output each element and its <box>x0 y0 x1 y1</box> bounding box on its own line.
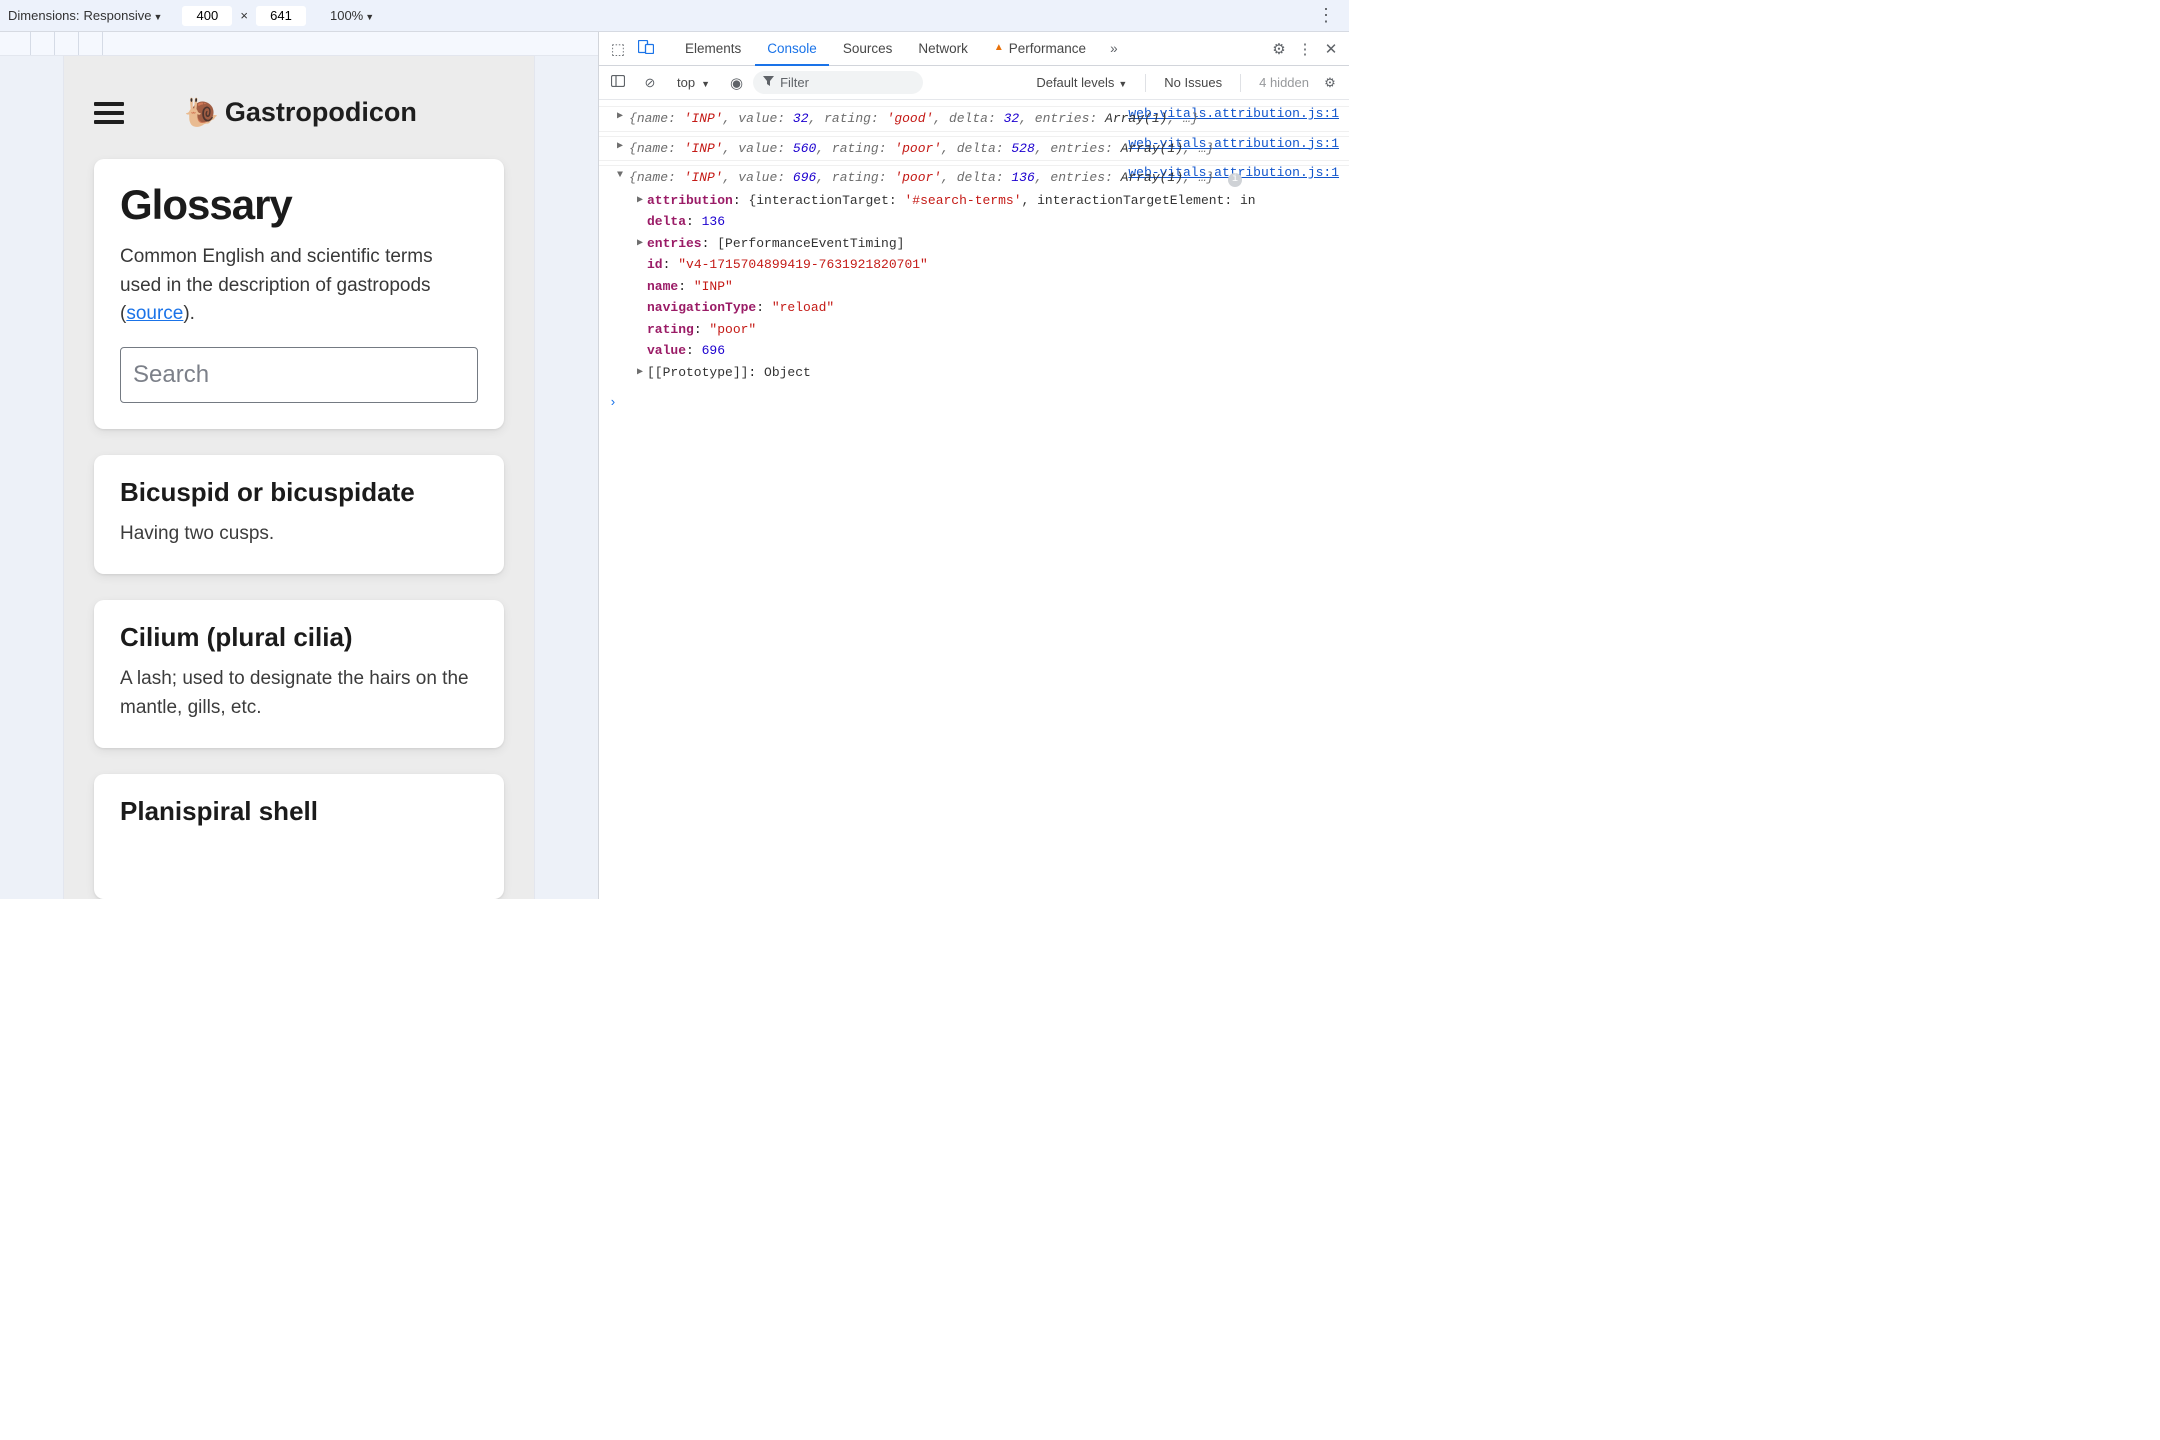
disclosure-icon[interactable]: ▶ <box>633 365 647 380</box>
device-toolbar: Dimensions: Responsive▼ × 100% ▼ ⋮ <box>0 0 1349 32</box>
clear-console-icon[interactable]: ⊘ <box>639 75 661 91</box>
hidden-count[interactable]: 4 hidden <box>1259 75 1309 90</box>
device-toolbar-menu-icon[interactable]: ⋮ <box>1311 5 1341 26</box>
tab-console[interactable]: Console <box>755 33 829 66</box>
sidebar-toggle-icon[interactable] <box>607 75 629 90</box>
console-settings-icon[interactable]: ⚙ <box>1319 75 1341 91</box>
console-log-row[interactable]: ▼ {name: 'INP', value: 696, rating: 'poo… <box>599 165 1349 188</box>
object-tree: ▶ attribution: {interactionTarget: '#sea… <box>599 188 1349 390</box>
tree-row[interactable]: rating: "poor" <box>633 319 1349 341</box>
inspect-icon[interactable]: ⬚ <box>605 40 631 58</box>
zoom-picker[interactable]: 100% ▼ <box>330 8 374 23</box>
glossary-card: Glossary Common English and scientific t… <box>94 159 504 429</box>
hamburger-icon[interactable] <box>94 102 124 124</box>
tree-row[interactable]: name: "INP" <box>633 276 1349 298</box>
glossary-entry: Bicuspid or bicuspidate Having two cusps… <box>94 455 504 575</box>
devtools-panel: ⬚ Elements Console Sources Network Perfo… <box>598 32 1349 899</box>
tree-row[interactable]: id: "v4-1715704899419-7631921820701" <box>633 254 1349 276</box>
devtools-tabs: ⬚ Elements Console Sources Network Perfo… <box>599 32 1349 66</box>
glossary-entry: Planispiral shell <box>94 774 504 899</box>
entry-definition: Having two cusps. <box>120 520 478 549</box>
tree-row[interactable]: value: 696 <box>633 340 1349 362</box>
console-toolbar: ⊘ top▼ ◉ Filter Default levels▼ No Issue… <box>599 66 1349 100</box>
width-input[interactable] <box>182 6 232 26</box>
console-prompt[interactable]: › <box>599 389 1349 417</box>
disclosure-icon[interactable]: ▶ <box>613 109 627 124</box>
disclosure-icon[interactable]: ▶ <box>633 193 647 208</box>
entry-term: Bicuspid or bicuspidate <box>120 477 478 508</box>
source-link[interactable]: source <box>126 303 183 324</box>
more-tabs-icon[interactable]: » <box>1100 41 1128 56</box>
issues-status[interactable]: No Issues <box>1164 75 1222 90</box>
settings-icon[interactable]: ⚙ <box>1267 40 1291 58</box>
filter-icon <box>763 76 774 90</box>
disclosure-icon[interactable]: ▼ <box>613 168 627 183</box>
console-filter[interactable]: Filter <box>753 71 923 94</box>
disclosure-icon[interactable]: ▶ <box>633 236 647 251</box>
glossary-entry: Cilium (plural cilia) A lash; used to de… <box>94 600 504 748</box>
kebab-icon[interactable]: ⋮ <box>1293 40 1317 58</box>
snail-icon: 🐌 <box>184 96 219 129</box>
tree-row[interactable]: ▶ entries: [PerformanceEventTiming] <box>633 233 1349 255</box>
device-frame: 🐌 Gastropodicon Glossary Common English … <box>64 56 534 899</box>
live-expression-icon[interactable]: ◉ <box>730 74 743 92</box>
tree-row[interactable]: delta: 136 <box>633 211 1349 233</box>
tab-sources[interactable]: Sources <box>831 32 905 65</box>
tab-elements[interactable]: Elements <box>673 32 753 65</box>
tab-network[interactable]: Network <box>906 32 980 65</box>
disclosure-icon[interactable]: ▶ <box>613 139 627 154</box>
app-brand: 🐌 Gastropodicon <box>184 96 417 129</box>
close-icon[interactable]: ✕ <box>1319 40 1343 58</box>
info-icon[interactable]: i <box>1228 173 1242 187</box>
device-mode-icon[interactable] <box>633 40 659 58</box>
tree-row[interactable]: ▶ attribution: {interactionTarget: '#sea… <box>633 190 1349 212</box>
tab-performance[interactable]: Performance <box>982 32 1098 65</box>
height-input[interactable] <box>256 6 306 26</box>
viewport-pane: 🐌 Gastropodicon Glossary Common English … <box>0 32 598 899</box>
entry-definition: A lash; used to designate the hairs on t… <box>120 665 478 722</box>
tree-row[interactable]: navigationType: "reload" <box>633 297 1349 319</box>
console-output: web-vitals.attribution.js:1 ▶ {name: 'IN… <box>599 100 1349 899</box>
context-selector[interactable]: top▼ <box>671 72 720 93</box>
page-title: Glossary <box>120 181 478 229</box>
times-icon: × <box>240 8 248 23</box>
page-lead: Common English and scientific terms used… <box>120 243 478 329</box>
search-input[interactable] <box>120 347 478 403</box>
entry-term: Planispiral shell <box>120 796 478 827</box>
dimensions-label: Dimensions: <box>8 8 80 23</box>
device-picker[interactable]: Responsive▼ <box>84 8 163 23</box>
log-levels[interactable]: Default levels▼ <box>1036 75 1127 90</box>
entry-term: Cilium (plural cilia) <box>120 622 478 653</box>
console-log-row[interactable]: ▶ {name: 'INP', value: 560, rating: 'poo… <box>599 136 1349 161</box>
tree-row[interactable]: ▶ [[Prototype]]: Object <box>633 362 1349 384</box>
console-log-row[interactable]: ▶ {name: 'INP', value: 32, rating: 'good… <box>599 106 1349 131</box>
